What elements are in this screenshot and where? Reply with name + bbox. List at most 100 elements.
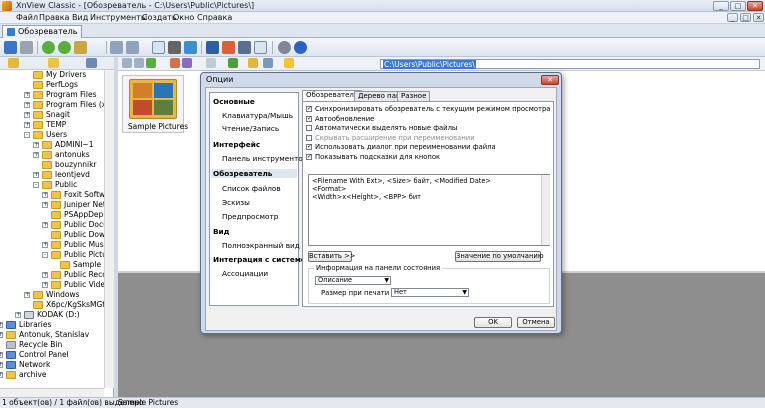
options-category-item[interactable]: Предпросмотр <box>222 212 278 221</box>
tree-item[interactable]: + Program Files (x86) <box>0 100 104 110</box>
tree-item[interactable]: + TEMP <box>0 120 104 130</box>
mdi-minimize-button[interactable]: _ <box>727 13 738 22</box>
expand-icon[interactable]: + <box>33 142 39 148</box>
tree-item[interactable]: + Libraries <box>0 320 104 330</box>
scan-icon[interactable] <box>184 41 197 54</box>
expand-icon[interactable]: + <box>42 282 48 288</box>
tree-item[interactable]: - Public <box>0 180 104 190</box>
tree-item[interactable]: + leontjevd <box>0 170 104 180</box>
capture-icon[interactable] <box>222 41 235 54</box>
tree-item[interactable]: Public Downloads <box>0 230 104 240</box>
tree-item[interactable]: + Network <box>0 360 104 370</box>
copy-icon[interactable] <box>110 41 123 54</box>
select-all-icon[interactable] <box>152 41 165 54</box>
sync-icon[interactable] <box>263 58 273 68</box>
expand-icon[interactable]: + <box>33 172 39 178</box>
fullscreen-icon[interactable] <box>20 41 33 54</box>
expand-icon[interactable]: + <box>0 322 3 328</box>
tree-item[interactable]: + Windows <box>0 290 104 300</box>
forward-icon[interactable] <box>58 41 71 54</box>
mdi-restore-button[interactable]: □ <box>740 13 751 22</box>
tree-item[interactable]: + ADMINI~1 <box>0 140 104 150</box>
expand-icon[interactable]: + <box>15 312 21 318</box>
tree-item[interactable]: - Users <box>0 130 104 140</box>
tree-item[interactable]: bouzynnikr <box>0 160 104 170</box>
cancel-button[interactable]: Отмена <box>517 317 555 328</box>
tree-item[interactable]: + Control Panel <box>0 350 104 360</box>
menu-window[interactable]: Окно <box>173 13 194 22</box>
tree-item[interactable]: + Public Music <box>0 240 104 250</box>
tab-misc[interactable]: Разное <box>397 91 431 101</box>
expand-icon[interactable]: + <box>42 242 48 248</box>
tree-item[interactable]: + Juniper Networks <box>0 200 104 210</box>
tab-browser-options[interactable]: Обозреватель <box>302 90 362 101</box>
options-category-item[interactable]: Клавиатура/Мышь <box>222 111 293 120</box>
print-size-select[interactable]: Нет ▼ <box>391 288 469 297</box>
compare-icon[interactable] <box>238 41 251 54</box>
tree-item[interactable]: My Drivers <box>0 70 104 80</box>
tree-item[interactable]: + Snagit <box>0 110 104 120</box>
expand-icon[interactable]: + <box>24 92 30 98</box>
address-field[interactable]: C:\Users\Public\Pictures\ <box>380 59 760 69</box>
parent-folder-icon[interactable] <box>146 58 156 68</box>
options-category-item[interactable]: Вид <box>213 227 230 236</box>
print-icon[interactable] <box>168 41 181 54</box>
options-category-item[interactable]: Полноэкранный вид <box>222 241 300 250</box>
tab-browser[interactable]: Обозреватель <box>2 25 83 38</box>
checkbox-checked-icon[interactable]: ✓ <box>306 106 312 112</box>
categories-tab-icon[interactable] <box>86 58 97 68</box>
tree-item[interactable]: PerfLogs <box>0 80 104 90</box>
checkbox-checked-icon[interactable]: ✓ <box>306 153 312 160</box>
checkbox-checked-icon[interactable]: ✓ <box>306 144 312 150</box>
expand-icon[interactable]: + <box>24 292 30 298</box>
insert-button[interactable]: Вставить >> <box>308 251 355 262</box>
options-category-item[interactable]: Обозреватель <box>211 169 297 178</box>
expand-icon[interactable]: + <box>0 372 3 378</box>
tree-item[interactable]: + Public Recorded TV <box>0 270 104 280</box>
dialog-close-button[interactable]: ✕ <box>541 75 559 85</box>
browser-icon[interactable] <box>4 41 17 54</box>
refresh-icon[interactable] <box>182 58 192 68</box>
expand-icon[interactable]: + <box>24 102 30 108</box>
status-info-select[interactable]: Описание ▼ <box>315 276 391 285</box>
menu-tools[interactable]: Инструменты <box>90 13 147 22</box>
tree-item[interactable]: Recycle Bin <box>0 340 104 350</box>
favorite-star-icon[interactable] <box>284 58 294 68</box>
back-icon[interactable] <box>42 41 55 54</box>
collapse-icon[interactable]: - <box>33 182 39 188</box>
collapse-icon[interactable]: - <box>24 132 30 138</box>
filter-icon[interactable] <box>170 58 180 68</box>
options-category-item[interactable]: Чтение/Запись <box>222 124 279 133</box>
tree-item[interactable]: + Program Files <box>0 90 104 100</box>
expand-icon[interactable]: + <box>33 152 39 158</box>
tooltip-format-textarea[interactable]: <Filename With Ext>, <Size> байт, <Modif… <box>308 174 550 246</box>
tree-vertical-scrollbar[interactable] <box>104 70 114 388</box>
ok-button[interactable]: OK <box>474 317 512 328</box>
contact-sheet-icon[interactable] <box>254 41 267 54</box>
nav-left-icon[interactable] <box>122 58 132 68</box>
expand-icon[interactable]: + <box>0 362 3 368</box>
expand-icon[interactable]: + <box>24 112 30 118</box>
menu-edit[interactable]: Правка <box>39 13 69 22</box>
tip-scrollbar[interactable] <box>541 175 550 245</box>
mdi-close-button[interactable]: ✕ <box>753 13 764 22</box>
tree-item[interactable]: + Public Videos <box>0 280 104 290</box>
close-button[interactable]: ✕ <box>747 1 763 11</box>
menu-file[interactable]: Файл <box>16 13 38 22</box>
expand-icon[interactable]: + <box>42 192 48 198</box>
menu-help[interactable]: Справка <box>197 13 232 22</box>
expand-icon[interactable]: + <box>42 202 48 208</box>
tree-item[interactable]: Sample Pictures <box>0 260 104 270</box>
default-value-button[interactable]: Значение по умолчанию <box>455 251 544 262</box>
checkbox-empty-icon[interactable] <box>306 134 312 141</box>
move-icon[interactable] <box>126 41 139 54</box>
filter-funnel-icon[interactable] <box>248 58 258 68</box>
slideshow-icon[interactable] <box>206 41 219 54</box>
tree-item[interactable]: - Public Pictures <box>0 250 104 260</box>
thumbnail-item[interactable]: Sample Pictures <box>122 75 188 133</box>
options-category-item[interactable]: Эскизы <box>222 198 250 207</box>
tree-item[interactable]: + archive <box>0 370 104 380</box>
options-category-item[interactable]: Интеграция с системой <box>213 255 311 264</box>
nav-right-icon[interactable] <box>134 58 144 68</box>
options-category-item[interactable]: Основные <box>213 97 255 106</box>
